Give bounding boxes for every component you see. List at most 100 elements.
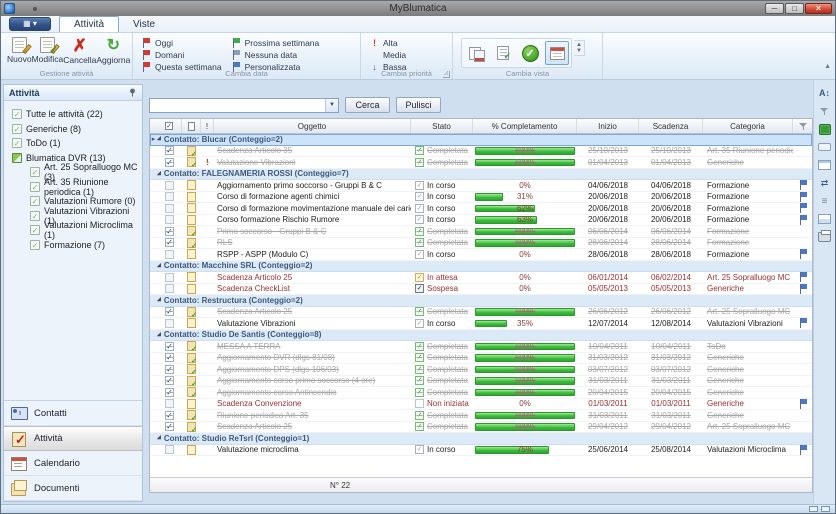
- task-row[interactable]: ✓!Valutazione Vibrazioni✓Completata100%0…: [150, 157, 812, 169]
- priorita-alta-button[interactable]: !Alta: [367, 38, 401, 48]
- header-completamento[interactable]: % Completamento: [473, 119, 577, 133]
- header-select-column[interactable]: ✓: [157, 119, 182, 133]
- nessuna-data-button[interactable]: Nessuna data: [229, 50, 323, 60]
- chevron-down-icon[interactable]: ▼: [325, 99, 338, 112]
- row-checkbox[interactable]: ✓: [165, 227, 174, 236]
- task-row[interactable]: ✓Scadenza Articolo 35✓Completata100%25/1…: [150, 146, 812, 158]
- task-row[interactable]: Scadenza ConvenzioneNon iniziata0%01/03/…: [150, 399, 812, 411]
- follow-up-flag-icon[interactable]: [799, 249, 808, 259]
- nav-contatti[interactable]: Contatti: [4, 401, 142, 426]
- row-checkbox[interactable]: ✓: [165, 342, 174, 351]
- vista-lista-button[interactable]: [491, 41, 515, 65]
- header-scadenza[interactable]: Scadenza: [639, 119, 703, 133]
- nav-calendario[interactable]: Calendario: [4, 451, 142, 476]
- nav-attivita[interactable]: Attività: [4, 426, 142, 451]
- follow-up-flag-icon[interactable]: [799, 215, 808, 225]
- row-checkbox[interactable]: ✓: [165, 238, 174, 247]
- follow-up-flag-icon[interactable]: [799, 180, 808, 190]
- vista-calendario-button[interactable]: [545, 41, 569, 65]
- search-input[interactable]: [150, 100, 325, 111]
- row-checkbox[interactable]: ✓: [165, 422, 174, 431]
- header-filter[interactable]: [793, 119, 814, 133]
- header-stato[interactable]: Stato: [411, 119, 473, 133]
- expanded-icon[interactable]: ◢: [157, 297, 161, 303]
- tab-viste[interactable]: Viste: [119, 17, 169, 32]
- cerca-button[interactable]: Cerca: [345, 97, 390, 113]
- header-priority-column[interactable]: !: [201, 119, 214, 133]
- row-checkbox[interactable]: [165, 181, 174, 190]
- row-checkbox[interactable]: [165, 250, 174, 259]
- task-row[interactable]: ✓Aggiornamento DPS (dlgs 106/03)✓Complet…: [150, 364, 812, 376]
- follow-up-flag-icon[interactable]: [799, 203, 808, 213]
- row-checkbox[interactable]: ✓: [165, 158, 174, 167]
- row-checkbox[interactable]: [165, 284, 174, 293]
- scroll-down-icon[interactable]: ▼: [576, 48, 582, 54]
- modifica-button[interactable]: ✓ Modifica: [32, 35, 64, 71]
- vista-attivita-button[interactable]: ✓: [518, 41, 542, 65]
- row-checkbox[interactable]: ✓: [165, 307, 174, 316]
- preview-pane-icon[interactable]: [817, 212, 832, 226]
- minimize-button[interactable]: ─: [765, 3, 784, 14]
- group-row[interactable]: ▸◢Contatto: Blucar (Conteggio=2): [150, 134, 812, 146]
- group-row[interactable]: ◢Contatto: Restructura (Conteggio=2): [150, 295, 812, 307]
- nuovo-button[interactable]: Nuovo: [7, 35, 32, 71]
- row-checkbox[interactable]: [165, 445, 174, 454]
- expanded-icon[interactable]: ◢: [157, 136, 161, 142]
- close-button[interactable]: ✕: [805, 3, 832, 14]
- task-row[interactable]: ✓Scadenza Articolo 25✓Completata100%29/0…: [150, 422, 812, 434]
- follow-up-flag-icon[interactable]: [799, 318, 808, 328]
- task-row[interactable]: ✓Primo soccorso - Gruppi B & C✓Completat…: [150, 226, 812, 238]
- task-row[interactable]: Corso di formazione movimentazione manua…: [150, 203, 812, 215]
- group-row[interactable]: ◢Contatto: Macchine SRL (Conteggio=2): [150, 261, 812, 273]
- follow-up-flag-icon[interactable]: [799, 272, 808, 282]
- print-icon[interactable]: [817, 230, 832, 244]
- task-row[interactable]: ✓RLS✓Completata100%28/06/201428/06/2014F…: [150, 238, 812, 250]
- group-row[interactable]: ◢Contatto: Studio ReTsrl (Conteggio=1): [150, 433, 812, 445]
- collapse-ribbon-icon[interactable]: ▲: [824, 63, 831, 70]
- maximize-button[interactable]: □: [785, 3, 804, 14]
- row-checkbox[interactable]: ✓: [165, 146, 174, 155]
- group-panel-icon[interactable]: [817, 140, 832, 154]
- expanded-icon[interactable]: ◢: [157, 331, 161, 337]
- task-row[interactable]: RSPP - ASPP (Modulo C)✓In corso0%28/06/2…: [150, 249, 812, 261]
- best-fit-columns-icon[interactable]: A↕: [817, 86, 832, 100]
- oggi-button[interactable]: Oggi: [139, 38, 225, 48]
- row-checkbox[interactable]: ✓: [165, 376, 174, 385]
- dialog-launcher-icon[interactable]: ◿: [443, 71, 450, 78]
- swap-columns-icon[interactable]: ⇄: [817, 176, 832, 190]
- row-checkbox[interactable]: ✓: [165, 388, 174, 397]
- row-checkbox[interactable]: ✓: [165, 411, 174, 420]
- expanded-icon[interactable]: ◢: [157, 170, 161, 176]
- vista-contatti-button[interactable]: [464, 41, 488, 65]
- layout-view-icon[interactable]: [809, 506, 818, 512]
- tree-item[interactable]: ✓ToDo (1): [8, 136, 142, 151]
- tree-item[interactable]: ✓Art. 35 Riunione periodica (1): [8, 180, 142, 195]
- task-row[interactable]: Valutazione Vibrazioni✓In corso35%12/07/…: [150, 318, 812, 330]
- aggiorna-button[interactable]: ↻ Aggiorna: [96, 35, 130, 71]
- expanded-icon[interactable]: ◢: [157, 435, 161, 441]
- row-checkbox[interactable]: ✓: [165, 353, 174, 362]
- row-checkbox[interactable]: [165, 215, 174, 224]
- priorita-media-button[interactable]: Media: [367, 50, 409, 60]
- filter-icon[interactable]: [817, 104, 832, 118]
- export-excel-icon[interactable]: [817, 122, 832, 136]
- follow-up-flag-icon[interactable]: [799, 284, 808, 294]
- tree-item[interactable]: ✓Generiche (8): [8, 122, 142, 137]
- task-row[interactable]: Corso di formazione agenti chimici✓In co…: [150, 192, 812, 204]
- vista-scrollbar[interactable]: ▲▼: [574, 40, 585, 56]
- pin-icon[interactable]: [128, 84, 137, 102]
- row-checkbox[interactable]: [165, 319, 174, 328]
- task-row[interactable]: ✓Aggiornamento DVR (dlgs 81/08)✓Completa…: [150, 353, 812, 365]
- row-checkbox[interactable]: [165, 399, 174, 408]
- follow-up-flag-icon[interactable]: [799, 445, 808, 455]
- tab-attivita[interactable]: Attività: [59, 16, 119, 32]
- row-checkbox[interactable]: [165, 273, 174, 282]
- task-row[interactable]: ✓Aggiornamento corso primo soccorso (4 o…: [150, 376, 812, 388]
- follow-up-flag-icon[interactable]: [799, 399, 808, 409]
- header-doc-column[interactable]: [182, 119, 201, 133]
- row-checkbox[interactable]: ✓: [165, 365, 174, 374]
- pulisci-button[interactable]: Pulisci: [396, 97, 441, 113]
- row-checkbox[interactable]: [165, 192, 174, 201]
- nav-documenti[interactable]: Documenti: [4, 476, 142, 501]
- header-categoria[interactable]: Categoria: [703, 119, 793, 133]
